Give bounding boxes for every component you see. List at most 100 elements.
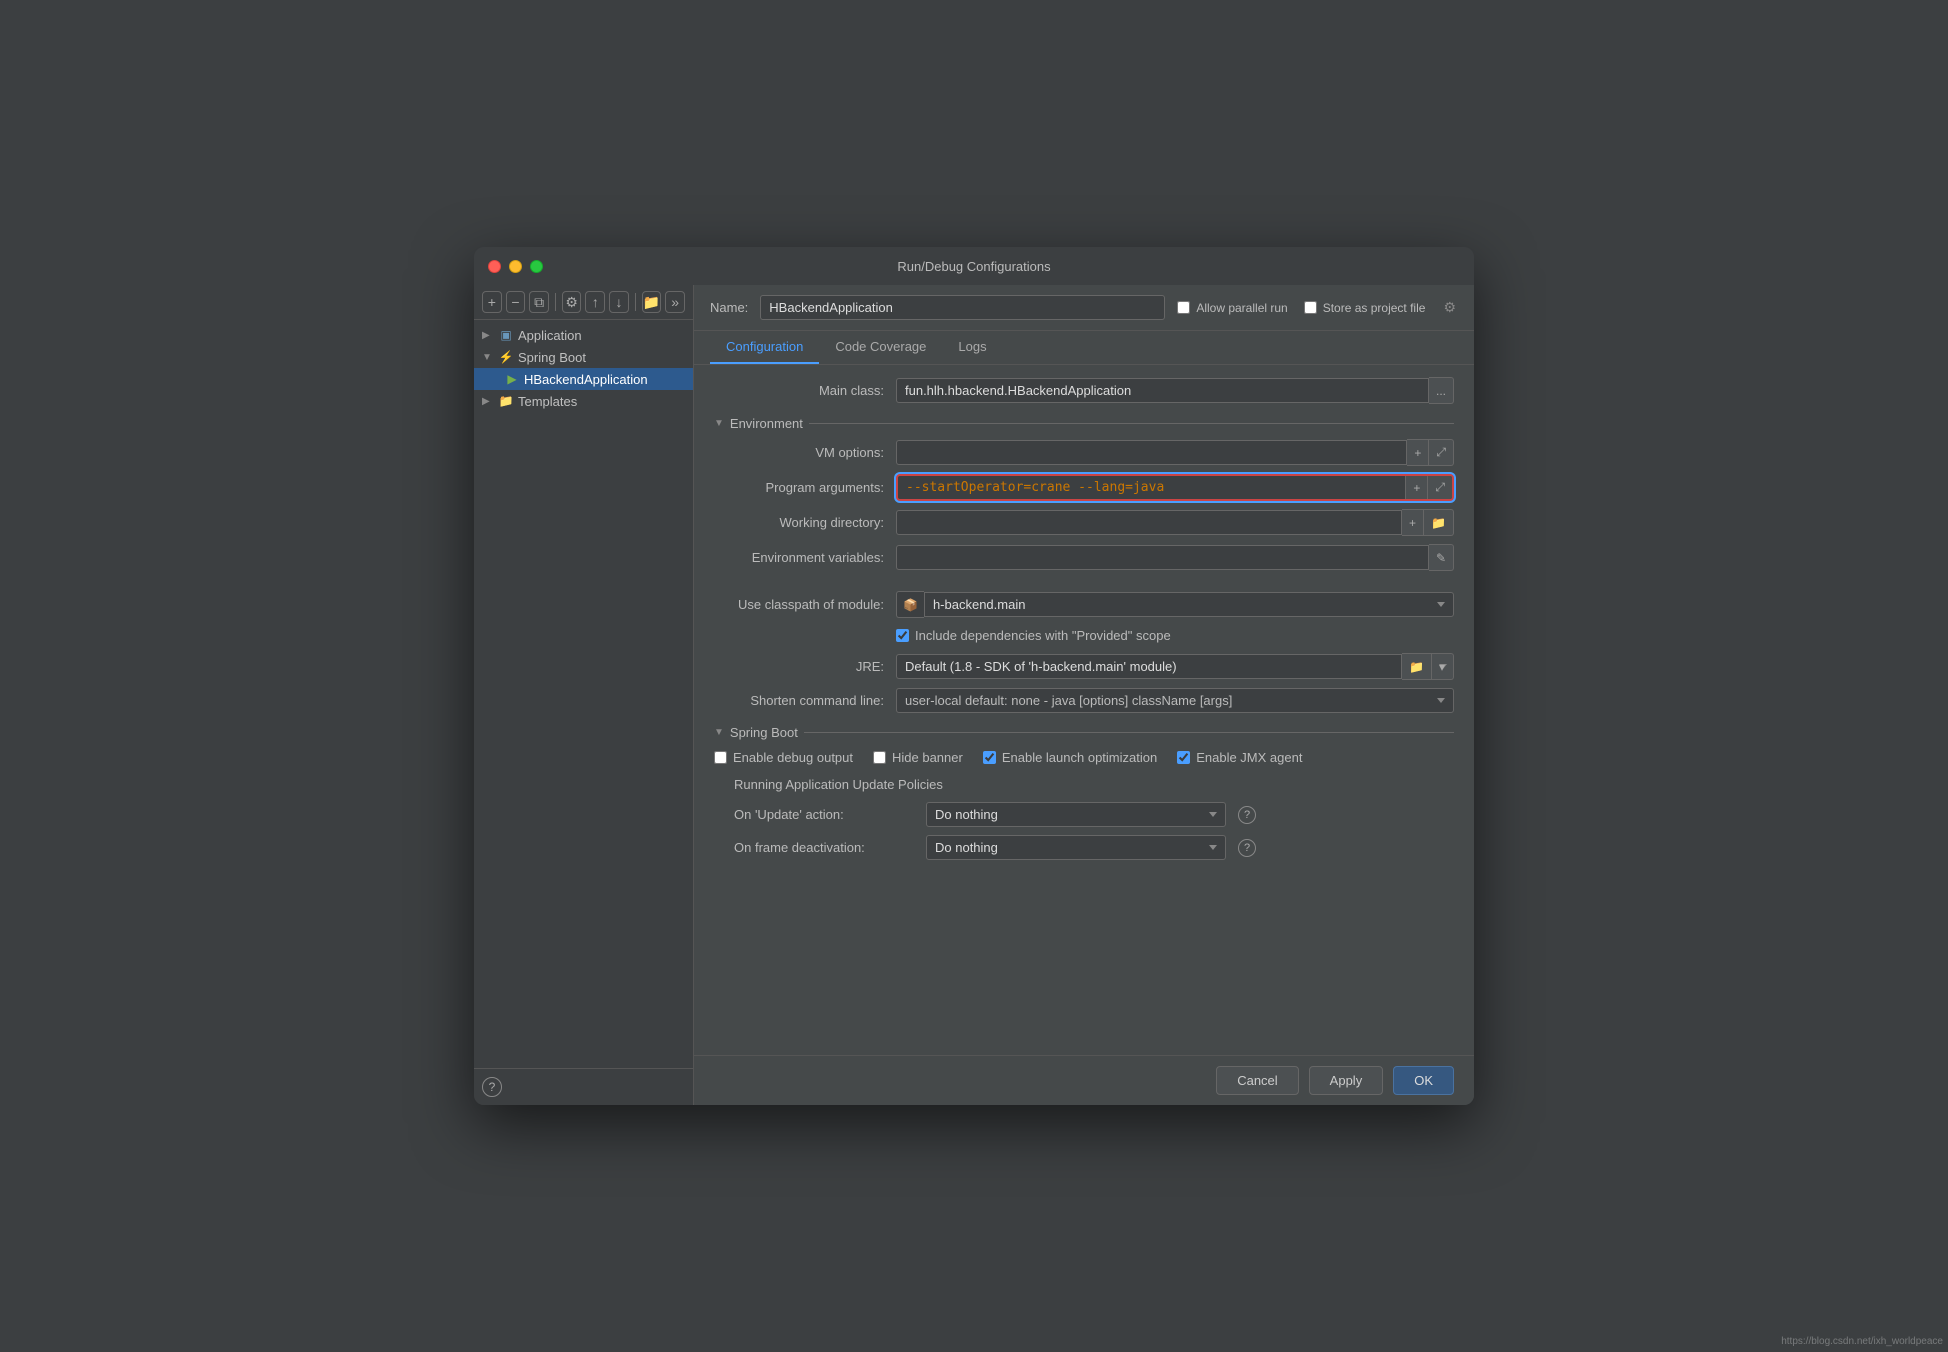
maximize-button[interactable]: [530, 260, 543, 273]
help-button[interactable]: ?: [482, 1077, 502, 1097]
tabs-bar: Configuration Code Coverage Logs: [694, 331, 1474, 365]
classpath-row: Use classpath of module: 📦 h-backend.mai…: [714, 591, 1454, 618]
env-vars-input-wrapper: ✎: [896, 544, 1454, 571]
store-project-checkbox[interactable]: [1304, 301, 1317, 314]
jre-wrapper: 📁 ▾: [896, 653, 1454, 680]
vm-options-expand-button[interactable]: +: [1407, 439, 1429, 466]
springboot-section-header: ▼ Spring Boot: [714, 725, 1454, 740]
add-configuration-button[interactable]: +: [482, 291, 502, 313]
main-class-input[interactable]: [896, 378, 1429, 403]
sidebar-item-springboot-label: Spring Boot: [518, 350, 586, 365]
on-update-row: On 'Update' action: Do nothing ?: [734, 802, 1454, 827]
environment-line: [809, 423, 1454, 424]
program-args-row: Program arguments: + ⤢: [714, 474, 1454, 501]
on-update-select[interactable]: Do nothing: [926, 802, 1226, 827]
enable-debug-text: Enable debug output: [733, 750, 853, 765]
enable-debug-label[interactable]: Enable debug output: [714, 748, 853, 767]
gear-button[interactable]: ⚙: [1441, 297, 1458, 318]
right-panel: Name: Allow parallel run Store as projec…: [694, 285, 1474, 1105]
ok-button[interactable]: OK: [1393, 1066, 1454, 1095]
name-bar: Name: Allow parallel run Store as projec…: [694, 285, 1474, 331]
enable-launch-label[interactable]: Enable launch optimization: [983, 748, 1157, 767]
apply-button[interactable]: Apply: [1309, 1066, 1384, 1095]
watermark: https://blog.csdn.net/ixh_worldpeace: [1781, 1336, 1943, 1347]
include-deps-row: Include dependencies with "Provided" sco…: [896, 626, 1454, 645]
more-button[interactable]: »: [665, 291, 685, 313]
tab-logs[interactable]: Logs: [942, 331, 1002, 364]
application-icon: ▣: [498, 327, 514, 343]
tab-configuration[interactable]: Configuration: [710, 331, 819, 364]
working-dir-row: Working directory: + 📁: [714, 509, 1454, 536]
classpath-select[interactable]: h-backend.main: [924, 592, 1454, 617]
environment-arrow: ▼: [714, 418, 724, 429]
cancel-button[interactable]: Cancel: [1216, 1066, 1298, 1095]
enable-jmx-text: Enable JMX agent: [1196, 750, 1302, 765]
enable-jmx-checkbox[interactable]: [1177, 751, 1190, 764]
program-args-input[interactable]: [898, 476, 1405, 499]
name-input[interactable]: [760, 295, 1165, 320]
enable-jmx-label[interactable]: Enable JMX agent: [1177, 748, 1302, 767]
run-icon: ▶: [504, 371, 520, 387]
on-frame-row: On frame deactivation: Do nothing ?: [734, 835, 1454, 860]
minimize-button[interactable]: [509, 260, 522, 273]
on-frame-select[interactable]: Do nothing: [926, 835, 1226, 860]
sidebar-item-springboot[interactable]: ▼ ⚡ Spring Boot: [474, 346, 693, 368]
enable-launch-checkbox[interactable]: [983, 751, 996, 764]
module-icon: 📦: [896, 591, 924, 618]
traffic-lights: [488, 260, 543, 273]
main-class-input-wrapper: ...: [896, 377, 1454, 404]
folder-button[interactable]: 📁: [642, 291, 662, 313]
run-debug-configurations-window: Run/Debug Configurations + − ⧉ ⚙ ↑ ↓ 📁 »…: [474, 247, 1474, 1105]
on-frame-help-icon[interactable]: ?: [1238, 839, 1256, 857]
program-args-fullscreen-button[interactable]: ⤢: [1427, 476, 1452, 499]
tab-code-coverage[interactable]: Code Coverage: [819, 331, 942, 364]
jre-dropdown-button[interactable]: ▾: [1432, 653, 1454, 680]
shorten-cmd-select[interactable]: user-local default: none - java [options…: [896, 688, 1454, 713]
allow-parallel-checkbox-label[interactable]: Allow parallel run: [1177, 301, 1287, 315]
jre-input[interactable]: [896, 654, 1402, 679]
store-project-checkbox-label[interactable]: Store as project file: [1304, 301, 1426, 315]
enable-launch-text: Enable launch optimization: [1002, 750, 1157, 765]
env-vars-input[interactable]: [896, 545, 1429, 570]
move-up-button[interactable]: ↑: [585, 291, 605, 313]
on-update-help-icon[interactable]: ?: [1238, 806, 1256, 824]
copy-configuration-button[interactable]: ⧉: [529, 291, 549, 313]
move-down-button[interactable]: ↓: [609, 291, 629, 313]
sidebar-item-application[interactable]: ▶ ▣ Application: [474, 324, 693, 346]
sidebar-toolbar: + − ⧉ ⚙ ↑ ↓ 📁 »: [474, 285, 693, 320]
window-title: Run/Debug Configurations: [897, 259, 1050, 274]
env-vars-edit-button[interactable]: ✎: [1429, 544, 1454, 571]
update-policies-label: Running Application Update Policies: [734, 777, 1454, 792]
jre-row: JRE: 📁 ▾: [714, 653, 1454, 680]
enable-debug-checkbox[interactable]: [714, 751, 727, 764]
hide-banner-checkbox[interactable]: [873, 751, 886, 764]
include-deps-checkbox[interactable]: [896, 629, 909, 642]
program-args-expand-button[interactable]: +: [1406, 476, 1427, 499]
title-bar: Run/Debug Configurations: [474, 247, 1474, 285]
vm-options-input[interactable]: [896, 440, 1407, 465]
working-dir-expand-button[interactable]: +: [1402, 509, 1424, 536]
hide-banner-text: Hide banner: [892, 750, 963, 765]
vm-options-fullscreen-button[interactable]: ⤢: [1429, 439, 1454, 466]
include-deps-label: Include dependencies with "Provided" sco…: [915, 628, 1171, 643]
hide-banner-label[interactable]: Hide banner: [873, 748, 963, 767]
env-vars-label: Environment variables:: [714, 550, 884, 565]
remove-configuration-button[interactable]: −: [506, 291, 526, 313]
tree-arrow-application: ▶: [482, 330, 494, 341]
working-dir-input[interactable]: [896, 510, 1402, 535]
sidebar-tree: ▶ ▣ Application ▼ ⚡ Spring Boot ▶ HBacke…: [474, 320, 693, 1068]
wrench-button[interactable]: ⚙: [562, 291, 582, 313]
sidebar-item-templates[interactable]: ▶ 📁 Templates: [474, 390, 693, 412]
environment-label: Environment: [730, 416, 803, 431]
jre-browse-button[interactable]: 📁: [1402, 653, 1432, 680]
bottom-bar: Cancel Apply OK: [694, 1055, 1474, 1105]
allow-parallel-checkbox[interactable]: [1177, 301, 1190, 314]
environment-section-header: ▼ Environment: [714, 416, 1454, 431]
shorten-cmd-row: Shorten command line: user-local default…: [714, 688, 1454, 713]
vm-options-row: VM options: + ⤢: [714, 439, 1454, 466]
include-deps-checkbox-label[interactable]: Include dependencies with "Provided" sco…: [896, 626, 1171, 645]
main-class-browse-button[interactable]: ...: [1429, 377, 1454, 404]
close-button[interactable]: [488, 260, 501, 273]
working-dir-browse-button[interactable]: 📁: [1424, 509, 1454, 536]
sidebar-item-hbackend[interactable]: ▶ HBackendApplication: [474, 368, 693, 390]
